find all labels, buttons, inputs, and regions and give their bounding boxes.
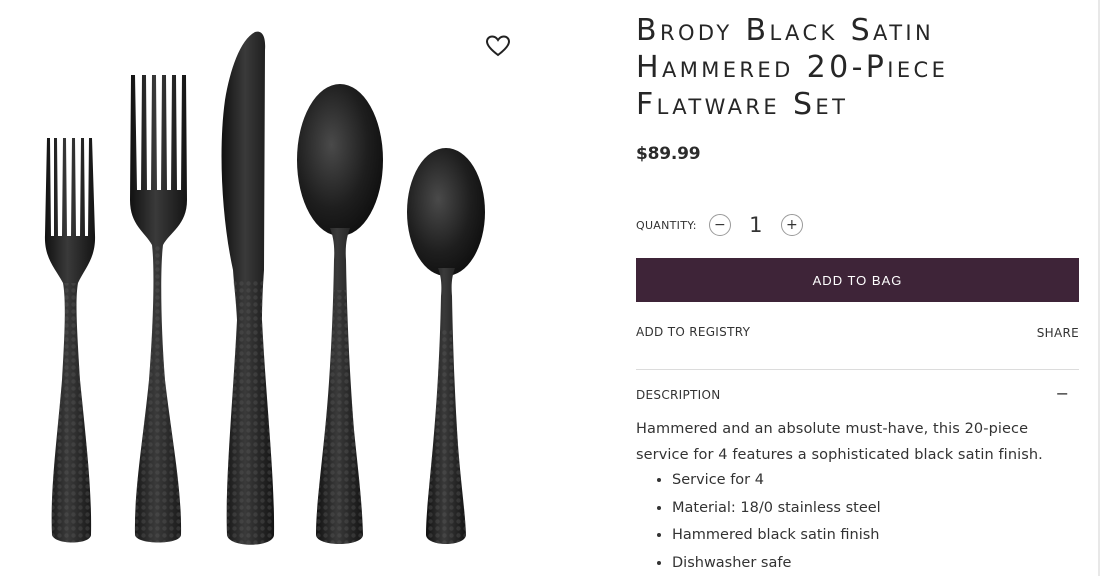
list-item: Hammered black satin finish <box>672 522 881 550</box>
add-to-registry-link[interactable]: ADD TO REGISTRY <box>636 325 750 339</box>
list-item: Material: 18/0 stainless steel <box>672 495 881 523</box>
minus-icon: − <box>714 218 726 232</box>
wishlist-button[interactable] <box>484 32 512 60</box>
description-accordion-header[interactable]: DESCRIPTION <box>636 388 721 402</box>
salad-fork-image <box>45 138 95 543</box>
feature-list: Service for 4 Material: 18/0 stainless s… <box>652 467 881 577</box>
dinner-fork-image <box>130 75 187 543</box>
add-to-bag-button[interactable]: ADD TO BAG <box>636 258 1079 302</box>
share-link[interactable]: SHARE <box>1037 326 1079 340</box>
quantity-decrease-button[interactable]: − <box>709 214 731 236</box>
description-text: Hammered and an absolute must-have, this… <box>636 416 1066 468</box>
list-item: Dishwasher safe <box>672 550 881 577</box>
knife-image <box>222 32 275 545</box>
product-title-line: Hammered 20-Piece <box>636 50 948 85</box>
product-image <box>0 0 560 576</box>
product-image-gallery <box>0 0 560 576</box>
quantity-stepper: QUANTITY: − + <box>636 212 803 238</box>
product-title: Brody Black Satin Hammered 20-Piece Flat… <box>636 12 1079 123</box>
product-title-line: Brody Black Satin <box>636 13 934 48</box>
teaspoon-image <box>407 148 485 544</box>
section-divider <box>636 369 1079 370</box>
product-price: $89.99 <box>636 144 700 164</box>
quantity-increase-button[interactable]: + <box>781 214 803 236</box>
dinner-spoon-image <box>297 84 383 544</box>
product-info-panel: Brody Black Satin Hammered 20-Piece Flat… <box>636 0 1079 123</box>
quantity-input[interactable] <box>731 212 781 238</box>
quantity-label: QUANTITY: <box>636 219 697 232</box>
product-title-line: Flatware Set <box>636 87 848 122</box>
list-item: Service for 4 <box>672 467 881 495</box>
collapse-icon[interactable]: − <box>1056 384 1069 403</box>
heart-outline-icon <box>484 32 512 60</box>
plus-icon: + <box>786 218 798 232</box>
